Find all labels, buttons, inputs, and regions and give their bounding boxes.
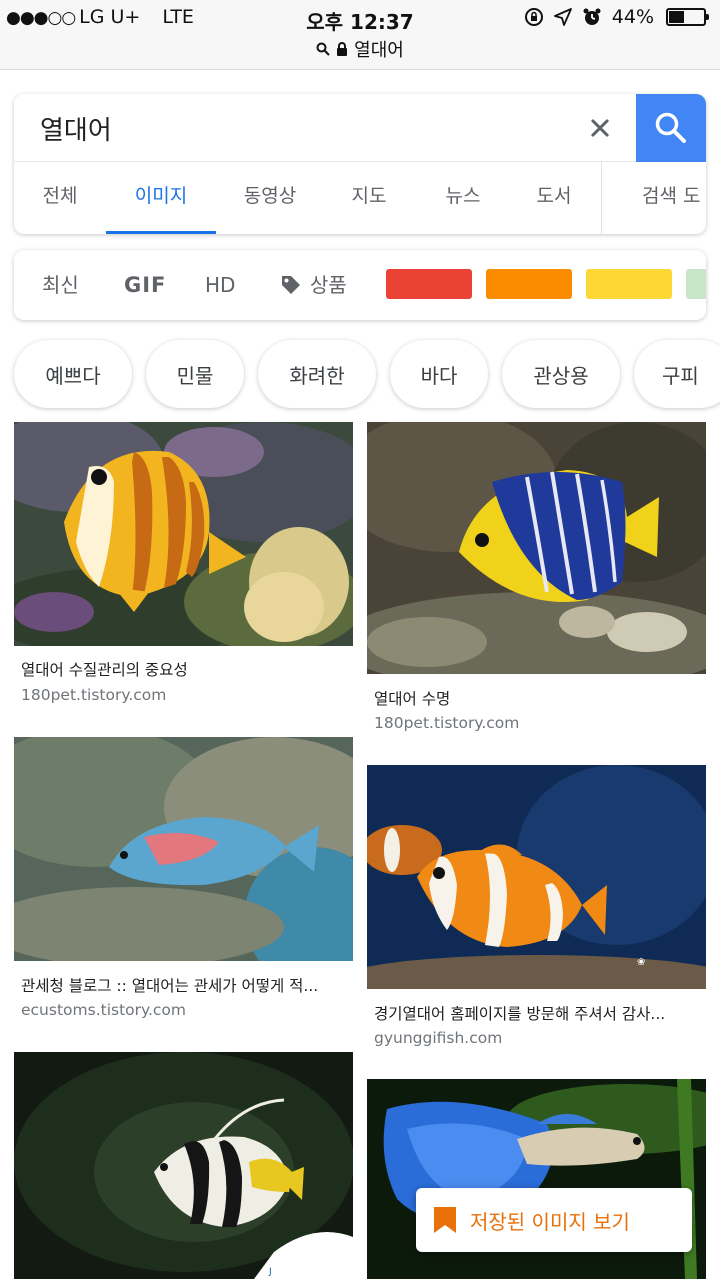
result-thumbnail[interactable]: ❀ — [367, 765, 706, 989]
location-arrow-icon — [553, 8, 572, 26]
watermark: ❀ — [637, 957, 645, 968]
angelfish-image — [367, 422, 706, 674]
saved-images-button[interactable]: 저장된 이미지 보기 — [416, 1188, 692, 1252]
bookmark-icon — [434, 1207, 456, 1233]
tab-maps[interactable]: 지도 — [336, 162, 402, 234]
result-title[interactable]: 경기열대어 홈페이지를 방문해 주셔서 감사... — [374, 1002, 665, 1024]
tab-search-tools[interactable]: 검색 도 — [642, 162, 706, 234]
tab-all[interactable]: 전체 — [28, 162, 92, 234]
parrotfish-image — [14, 737, 353, 961]
search-icon — [316, 42, 330, 56]
saved-images-label: 저장된 이미지 보기 — [470, 1209, 630, 1234]
color-swatch-orange[interactable] — [486, 269, 572, 299]
address-bar[interactable]: 열대어 — [0, 36, 720, 62]
alarm-icon — [583, 8, 601, 25]
status-bar: ●●●○○ LG U+ LTE 오후 12:37 열대어 44% — [0, 0, 720, 70]
result-title[interactable]: 열대어 수질관리의 중요성 — [21, 658, 188, 680]
search-icon — [655, 112, 686, 143]
chip-guppy[interactable]: 구피 — [634, 340, 720, 408]
image-result[interactable]: 열대어 수명 180pet.tistory.com — [367, 422, 706, 740]
color-swatch-yellow[interactable] — [586, 269, 672, 299]
tab-images[interactable]: 이미지 — [106, 162, 216, 234]
result-title[interactable]: 관세청 블로그 :: 열대어는 관세가 어떻게 적... — [21, 974, 318, 996]
tag-icon — [282, 276, 300, 294]
image-result[interactable]: J — [14, 1052, 353, 1279]
result-thumbnail[interactable] — [14, 422, 353, 646]
filter-hd[interactable]: HD — [205, 250, 235, 320]
tab-divider — [601, 162, 602, 234]
result-thumbnail[interactable]: J — [14, 1052, 353, 1279]
result-source: ecustoms.tistory.com — [21, 1001, 187, 1019]
status-right: 44% — [524, 6, 709, 28]
color-swatch-red[interactable] — [386, 269, 472, 299]
clownfish-image: ❀ — [367, 765, 706, 989]
butterflyfish-image — [14, 422, 353, 646]
image-result[interactable]: 관세청 블로그 :: 열대어는 관세가 어떻게 적... ecustoms.ti… — [14, 737, 353, 1027]
filter-gif[interactable]: GIF — [124, 250, 166, 320]
tab-news[interactable]: 뉴스 — [428, 162, 498, 234]
chip-colorful[interactable]: 화려한 — [258, 340, 376, 408]
chip-freshwater[interactable]: 민물 — [146, 340, 244, 408]
search-card: 전체 이미지 동영상 지도 뉴스 도서 검색 도 — [14, 94, 706, 234]
tab-videos[interactable]: 동영상 — [232, 162, 308, 234]
address-bar-text: 열대어 — [354, 40, 404, 61]
result-source: gyunggifish.com — [374, 1029, 503, 1047]
battery-percent: 44% — [611, 6, 654, 28]
lock-icon — [337, 41, 348, 56]
image-result[interactable]: ❀ 경기열대어 홈페이지를 방문해 주셔서 감사... gyunggifish.… — [367, 765, 706, 1055]
watermark: J — [268, 1267, 272, 1277]
chip-pretty[interactable]: 예쁘다 — [14, 340, 132, 408]
result-source: 180pet.tistory.com — [21, 686, 167, 704]
result-title[interactable]: 열대어 수명 — [374, 687, 450, 709]
filter-bar: 최신 GIF HD 상품 — [14, 250, 706, 320]
search-tabs: 전체 이미지 동영상 지도 뉴스 도서 검색 도 — [14, 162, 706, 234]
bannerfish-image: J — [14, 1052, 353, 1279]
close-icon — [590, 118, 610, 138]
battery-level — [669, 11, 684, 23]
battery-icon — [666, 8, 709, 26]
search-input[interactable] — [40, 106, 560, 150]
rotation-lock-icon — [524, 8, 543, 26]
filter-product[interactable]: 상품 — [280, 250, 347, 320]
chip-sea[interactable]: 바다 — [390, 340, 488, 408]
filter-recent[interactable]: 최신 — [42, 250, 79, 320]
image-result[interactable]: 열대어 수질관리의 중요성 180pet.tistory.com — [14, 422, 353, 712]
clear-button[interactable] — [580, 108, 620, 148]
search-bar — [14, 94, 706, 162]
result-source: 180pet.tistory.com — [374, 714, 520, 732]
result-thumbnail[interactable] — [367, 422, 706, 674]
tab-books[interactable]: 도서 — [520, 162, 588, 234]
chip-ornamental[interactable]: 관상용 — [502, 340, 620, 408]
result-thumbnail[interactable] — [14, 737, 353, 961]
color-swatch-green[interactable] — [686, 269, 706, 299]
filter-product-label: 상품 — [310, 273, 347, 297]
search-button[interactable] — [636, 94, 706, 162]
